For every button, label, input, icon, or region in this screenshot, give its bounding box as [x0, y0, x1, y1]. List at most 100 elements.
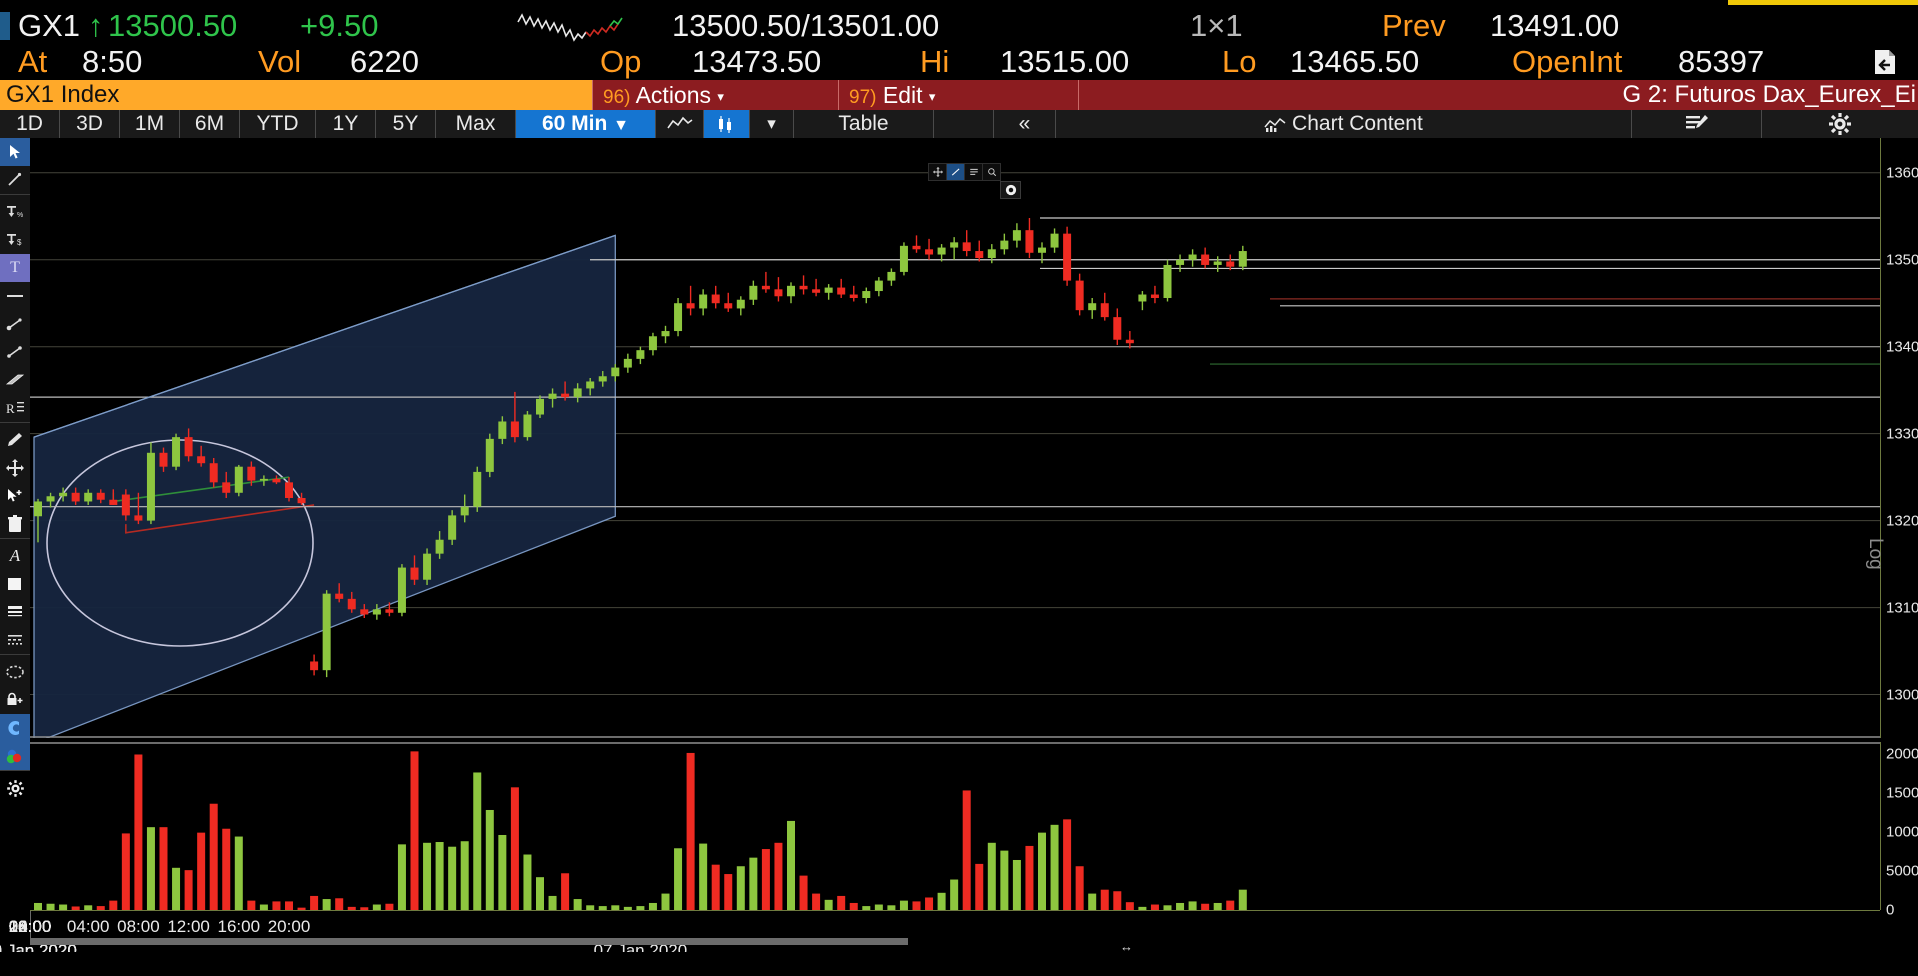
- time-tick-label: 12:00: [167, 917, 210, 936]
- chart-type-dropdown[interactable]: ▾: [750, 110, 794, 138]
- openint-label: OpenInt: [1512, 44, 1623, 79]
- segment-tool[interactable]: [0, 338, 30, 366]
- draw-line-icon[interactable]: [947, 164, 965, 180]
- time-tick-label: 20:00: [8, 917, 52, 936]
- pencil-tool[interactable]: [0, 426, 30, 454]
- gear-icon[interactable]: [1762, 110, 1918, 138]
- range-1d[interactable]: 1D: [0, 110, 60, 138]
- text-tool[interactable]: T: [0, 254, 30, 282]
- price-tick-0: 13600: [1886, 164, 1918, 182]
- volume-tick-0: 20000: [1886, 745, 1918, 763]
- price-tick-1: 13500: [1886, 251, 1918, 269]
- edit-number: 97): [849, 87, 877, 108]
- time-tick-label: 08:00: [117, 917, 160, 936]
- price-tick-5: 13100: [1886, 599, 1918, 617]
- scale-mode-label[interactable]: Log: [1864, 538, 1886, 570]
- actions-button[interactable]: 96) Actions ▾: [592, 80, 838, 110]
- annotate-icon[interactable]: [1632, 110, 1762, 138]
- ray-line-tool[interactable]: [0, 310, 30, 338]
- ellipse-tool[interactable]: [0, 658, 30, 686]
- tool-settings-gear-icon[interactable]: [0, 774, 30, 802]
- chart-content-label: Chart Content: [1292, 112, 1423, 135]
- fib-dollar-tool[interactable]: $: [0, 226, 30, 254]
- edit-label: Edit: [882, 82, 923, 108]
- regression-tool[interactable]: R: [0, 394, 30, 422]
- pointer-tool[interactable]: [0, 138, 30, 166]
- quote-row-1: GX1 ↑ 13500.50 +9.50 13500.50/13501.00 1…: [0, 8, 1918, 44]
- table-button[interactable]: Table: [794, 110, 934, 138]
- range-1y[interactable]: 1Y: [316, 110, 376, 138]
- range-3d[interactable]: 3D: [60, 110, 120, 138]
- ticker-symbol[interactable]: GX1: [18, 8, 80, 44]
- edit-button[interactable]: 97) Edit ▾: [838, 80, 1078, 110]
- zoom-icon[interactable]: [983, 164, 1000, 180]
- range-ytd[interactable]: YTD: [240, 110, 316, 138]
- color-picker-tool[interactable]: [0, 742, 30, 770]
- record-icon[interactable]: [1000, 181, 1021, 199]
- chart-title: G 2: Futuros Dax_Eurex_Ei: [1622, 81, 1916, 108]
- low-value: 13465.50: [1290, 44, 1420, 79]
- line-style-tool[interactable]: [0, 598, 30, 626]
- actions-number: 96): [603, 87, 631, 108]
- quote-row-2: At 8:50 Vol 6220 Op 13473.50 Hi 13515.00…: [0, 44, 1918, 80]
- magnet-tool[interactable]: [0, 714, 30, 742]
- price-tick-6: 13000: [1886, 686, 1918, 704]
- volume-axis[interactable]: 20000 15000 10000 5000 0: [1880, 742, 1918, 919]
- at-value: 8:50: [82, 44, 143, 79]
- font-tool[interactable]: A: [0, 542, 30, 570]
- interval-label: 60 Min: [541, 112, 608, 135]
- open-label: Op: [600, 44, 642, 79]
- export-icon[interactable]: [1870, 47, 1900, 77]
- sparkline-icon: [516, 10, 626, 44]
- period-toolbar: 1D 3D 1M 6M YTD 1Y 5Y Max 60 Min ▼ ▾ Tab…: [0, 110, 1918, 139]
- price-tick-4: 13200: [1886, 512, 1918, 530]
- price-chart[interactable]: [30, 138, 1880, 738]
- toolbar-gap: [934, 110, 994, 138]
- collapse-button[interactable]: «: [994, 110, 1056, 138]
- bloomberg-chart-window: GX1 ↑ 13500.50 +9.50 13500.50/13501.00 1…: [0, 0, 1918, 976]
- line-chart-icon[interactable]: [656, 110, 704, 138]
- floating-mini-toolbar[interactable]: [928, 163, 1001, 181]
- time-tick-label: 20:00: [267, 917, 311, 936]
- horizontal-line-tool[interactable]: [0, 282, 30, 310]
- lock-tool[interactable]: [0, 686, 30, 714]
- range-1m[interactable]: 1M: [120, 110, 180, 138]
- fib-percent-tool[interactable]: %: [0, 198, 30, 226]
- volume-tick-1: 15000: [1886, 784, 1918, 802]
- move-tool[interactable]: [0, 454, 30, 482]
- security-color-marker: [0, 12, 10, 40]
- window-bottom-strip: [0, 952, 1918, 975]
- prev-value: 13491.00: [1490, 8, 1620, 43]
- price-arrow-icon: ↑: [88, 8, 104, 43]
- price-change: +9.50: [300, 8, 379, 43]
- interval-selector[interactable]: 60 Min ▼: [516, 110, 656, 138]
- svg-text:R: R: [6, 401, 15, 416]
- ticker-input[interactable]: GX1 Index: [0, 80, 592, 110]
- command-bar: GX1 Index 96) Actions ▾ 97) Edit ▾ G 2: …: [0, 80, 1918, 110]
- horizontal-scrollbar[interactable]: [30, 938, 908, 945]
- drawing-toolbar: % $ T R A: [0, 138, 31, 797]
- accent-strip: [1728, 0, 1918, 5]
- prev-label: Prev: [1382, 8, 1446, 43]
- price-axis[interactable]: 13600 13500 13400 13300 13200 13100 13000 Log: [1865, 138, 1918, 738]
- parallel-channel-tool[interactable]: [0, 366, 30, 394]
- dash-style-tool[interactable]: [0, 626, 30, 654]
- range-5y[interactable]: 5Y: [376, 110, 436, 138]
- list-icon[interactable]: [965, 164, 983, 180]
- fill-color-tool[interactable]: [0, 570, 30, 598]
- vol-value: 6220: [350, 44, 419, 79]
- range-max[interactable]: Max: [436, 110, 516, 138]
- trendline-tool[interactable]: [0, 166, 30, 194]
- range-6m[interactable]: 6M: [180, 110, 240, 138]
- delete-tool[interactable]: [0, 510, 30, 538]
- select-add-tool[interactable]: [0, 482, 30, 510]
- svg-text:$: $: [17, 238, 22, 247]
- chart-content-button[interactable]: Chart Content: [1056, 110, 1632, 138]
- chart-content-icon: [1264, 117, 1286, 133]
- volume-chart[interactable]: [30, 742, 1880, 910]
- move-anchor-icon[interactable]: [929, 164, 947, 180]
- bar-chart-icon[interactable]: [704, 110, 750, 138]
- volume-chart-svg: [30, 742, 1880, 910]
- price-tick-3: 13300: [1886, 425, 1918, 443]
- time-tick-label: 04:00: [66, 917, 110, 936]
